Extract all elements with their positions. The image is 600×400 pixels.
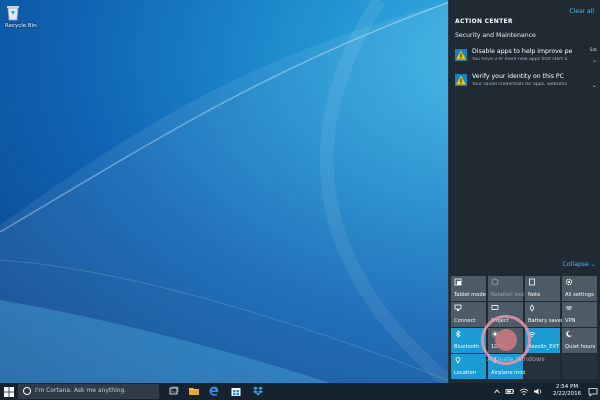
cortana-search-box[interactable]: I'm Cortana. Ask me anything. [18, 384, 159, 399]
chevron-down-icon[interactable]: ⌄ [592, 57, 597, 64]
battery-saver-icon [530, 304, 534, 312]
quick-action-label: All settings [565, 292, 594, 298]
quick-action-label: Tablet mode [454, 292, 486, 298]
quick-action-label: Location [454, 370, 476, 376]
clear-all-link[interactable]: Clear all [569, 8, 594, 15]
cortana-icon [23, 387, 31, 395]
notification-title: Disable apps to help improve perfor [472, 48, 572, 55]
notification-item[interactable]: Disable apps to help improve perfor You … [455, 47, 597, 67]
empty-tile-slot [562, 354, 597, 379]
quick-action-battery-saver[interactable]: Battery saver [525, 302, 564, 327]
notification-day: Sat [589, 48, 597, 53]
quick-action-connect[interactable]: Connect [451, 302, 486, 327]
quick-action-label: Quiet hours [565, 344, 596, 350]
quick-action-all-settings[interactable]: All settings [562, 276, 597, 301]
quick-action-tablet-mode[interactable]: Tablet mode [451, 276, 486, 301]
clock-date: 2/22/2016 [552, 391, 582, 397]
system-clock[interactable]: 2:54 PM 2/22/2016 [547, 384, 587, 398]
network-icon[interactable] [519, 386, 529, 397]
note-icon [529, 278, 535, 286]
tablet-mode-icon [454, 278, 462, 286]
quick-action-label: Note [528, 292, 541, 298]
collapse-label: Collapse [562, 261, 589, 268]
notification-item[interactable]: Verify your identity on this PC Your sav… [455, 72, 597, 92]
notification-subtitle: You have 3 or more new apps that start a [472, 57, 568, 62]
store-icon[interactable] [230, 385, 242, 397]
windows-start-icon[interactable] [4, 387, 14, 397]
quick-action-quiet-hours[interactable]: Quiet hours [562, 328, 597, 353]
collapse-link[interactable]: Collapse ⌄ [563, 261, 596, 268]
task-view-icon[interactable] [168, 385, 180, 397]
warning-icon [455, 74, 467, 86]
taskbar: I'm Cortana. Ask me anything. 2:54 PM 2/… [0, 383, 600, 400]
rotation-lock-icon [491, 278, 499, 286]
action-center-header: ACTION CENTER Clear all [455, 8, 598, 25]
quick-action-rotation-lock[interactable]: Rotation lock [488, 276, 525, 301]
notification-group-title: Security and Maintenance [455, 32, 536, 39]
quick-action-label: Rezolin_EXT [528, 344, 560, 350]
touch-indicator-dot [495, 329, 517, 351]
search-placeholder: I'm Cortana. Ask me anything. [35, 387, 127, 394]
quick-action-label: Battery saver [528, 318, 564, 324]
quick-action-label: Bluetooth [454, 344, 480, 350]
action-center-title: ACTION CENTER [455, 18, 513, 25]
volume-icon[interactable] [533, 386, 543, 397]
desktop-icon-label: Recycle Bin [5, 23, 37, 29]
quick-action-label: VPN [565, 318, 576, 324]
warning-icon [455, 49, 467, 61]
recycle-bin-icon [7, 3, 26, 21]
dropbox-icon[interactable] [252, 385, 264, 397]
quick-action-label: Airplane mode [491, 370, 529, 376]
action-center-icon[interactable] [588, 387, 598, 397]
location-icon [455, 357, 461, 364]
connect-icon [454, 304, 462, 311]
moon-icon [566, 330, 572, 337]
notification-title: Verify your identity on this PC [472, 73, 564, 80]
quick-action-label: Connect [454, 318, 476, 324]
edge-icon[interactable] [208, 385, 220, 397]
quick-action-location[interactable]: Location [451, 354, 486, 379]
chevron-down-icon[interactable]: ⌄ [592, 82, 597, 89]
gear-icon [565, 278, 573, 286]
bluetooth-icon [455, 330, 461, 338]
chevron-up-icon[interactable] [493, 386, 501, 397]
file-explorer-icon[interactable] [188, 385, 200, 397]
battery-icon[interactable] [505, 386, 515, 397]
quick-action-label: Rotation lock [491, 292, 525, 298]
desktop-icon-recycle-bin[interactable]: Recycle Bin [5, 3, 37, 29]
notification-subtitle: Your saved credentials for apps, website… [472, 82, 568, 87]
clock-time: 2:54 PM [555, 384, 579, 390]
project-icon [491, 305, 499, 310]
quick-action-note[interactable]: Note [525, 276, 560, 301]
vpn-icon [566, 306, 572, 310]
quick-action-vpn[interactable]: VPN [562, 302, 597, 327]
